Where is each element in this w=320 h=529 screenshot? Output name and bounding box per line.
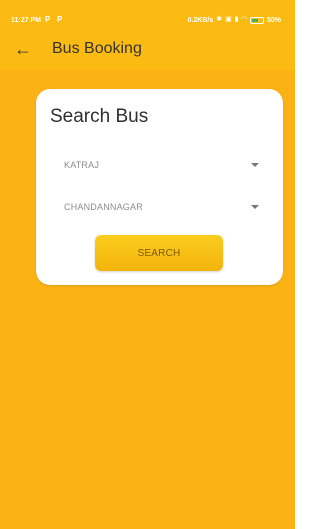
back-arrow-icon[interactable]: ← bbox=[0, 28, 46, 70]
status-right: 0.2KB/s ✱ ▣ ▮ ◠ 50% bbox=[188, 16, 281, 24]
dropdown-caret-icon bbox=[251, 205, 259, 209]
battery-icon bbox=[249, 16, 264, 24]
p-app-icon: P bbox=[44, 15, 51, 24]
page-title: Bus Booking bbox=[52, 40, 142, 57]
dropdown-caret-icon bbox=[251, 163, 259, 167]
app-bar: ← Bus Booking bbox=[0, 28, 295, 70]
from-location-value: KATRAJ bbox=[64, 160, 100, 170]
bluetooth-icon: ✱ bbox=[216, 16, 223, 23]
battery-level bbox=[251, 18, 258, 22]
mobile-screen: 11:27 PM P P 0.2KB/s ✱ ▣ ▮ ◠ 50% ← Bus B… bbox=[0, 0, 295, 529]
signal-icon: ▮ bbox=[234, 16, 239, 23]
status-bar: 11:27 PM P P 0.2KB/s ✱ ▣ ▮ ◠ 50% bbox=[11, 12, 281, 28]
to-location-dropdown[interactable]: CHANDANNAGAR bbox=[64, 196, 259, 218]
content-area: Search Bus KATRAJ CHANDANNAGAR SEARCH bbox=[0, 70, 295, 529]
status-left: 11:27 PM P P bbox=[11, 16, 65, 24]
to-location-value: CHANDANNAGAR bbox=[64, 202, 143, 212]
search-button-label: SEARCH bbox=[137, 247, 181, 259]
back-arrow-glyph: ← bbox=[14, 38, 32, 59]
network-speed-label: 0.2KB/s bbox=[187, 16, 214, 24]
vibrate-icon: ▣ bbox=[225, 16, 232, 23]
p-app-icon-second: P bbox=[56, 15, 63, 24]
battery-percent: 50% bbox=[266, 16, 281, 24]
wifi-icon: ◠ bbox=[241, 16, 247, 23]
search-button[interactable]: SEARCH bbox=[95, 235, 223, 271]
search-card: Search Bus KATRAJ CHANDANNAGAR SEARCH bbox=[36, 89, 283, 285]
card-title: Search Bus bbox=[50, 106, 149, 127]
from-location-dropdown[interactable]: KATRAJ bbox=[64, 154, 259, 176]
time-label: 11:27 PM bbox=[11, 16, 41, 24]
